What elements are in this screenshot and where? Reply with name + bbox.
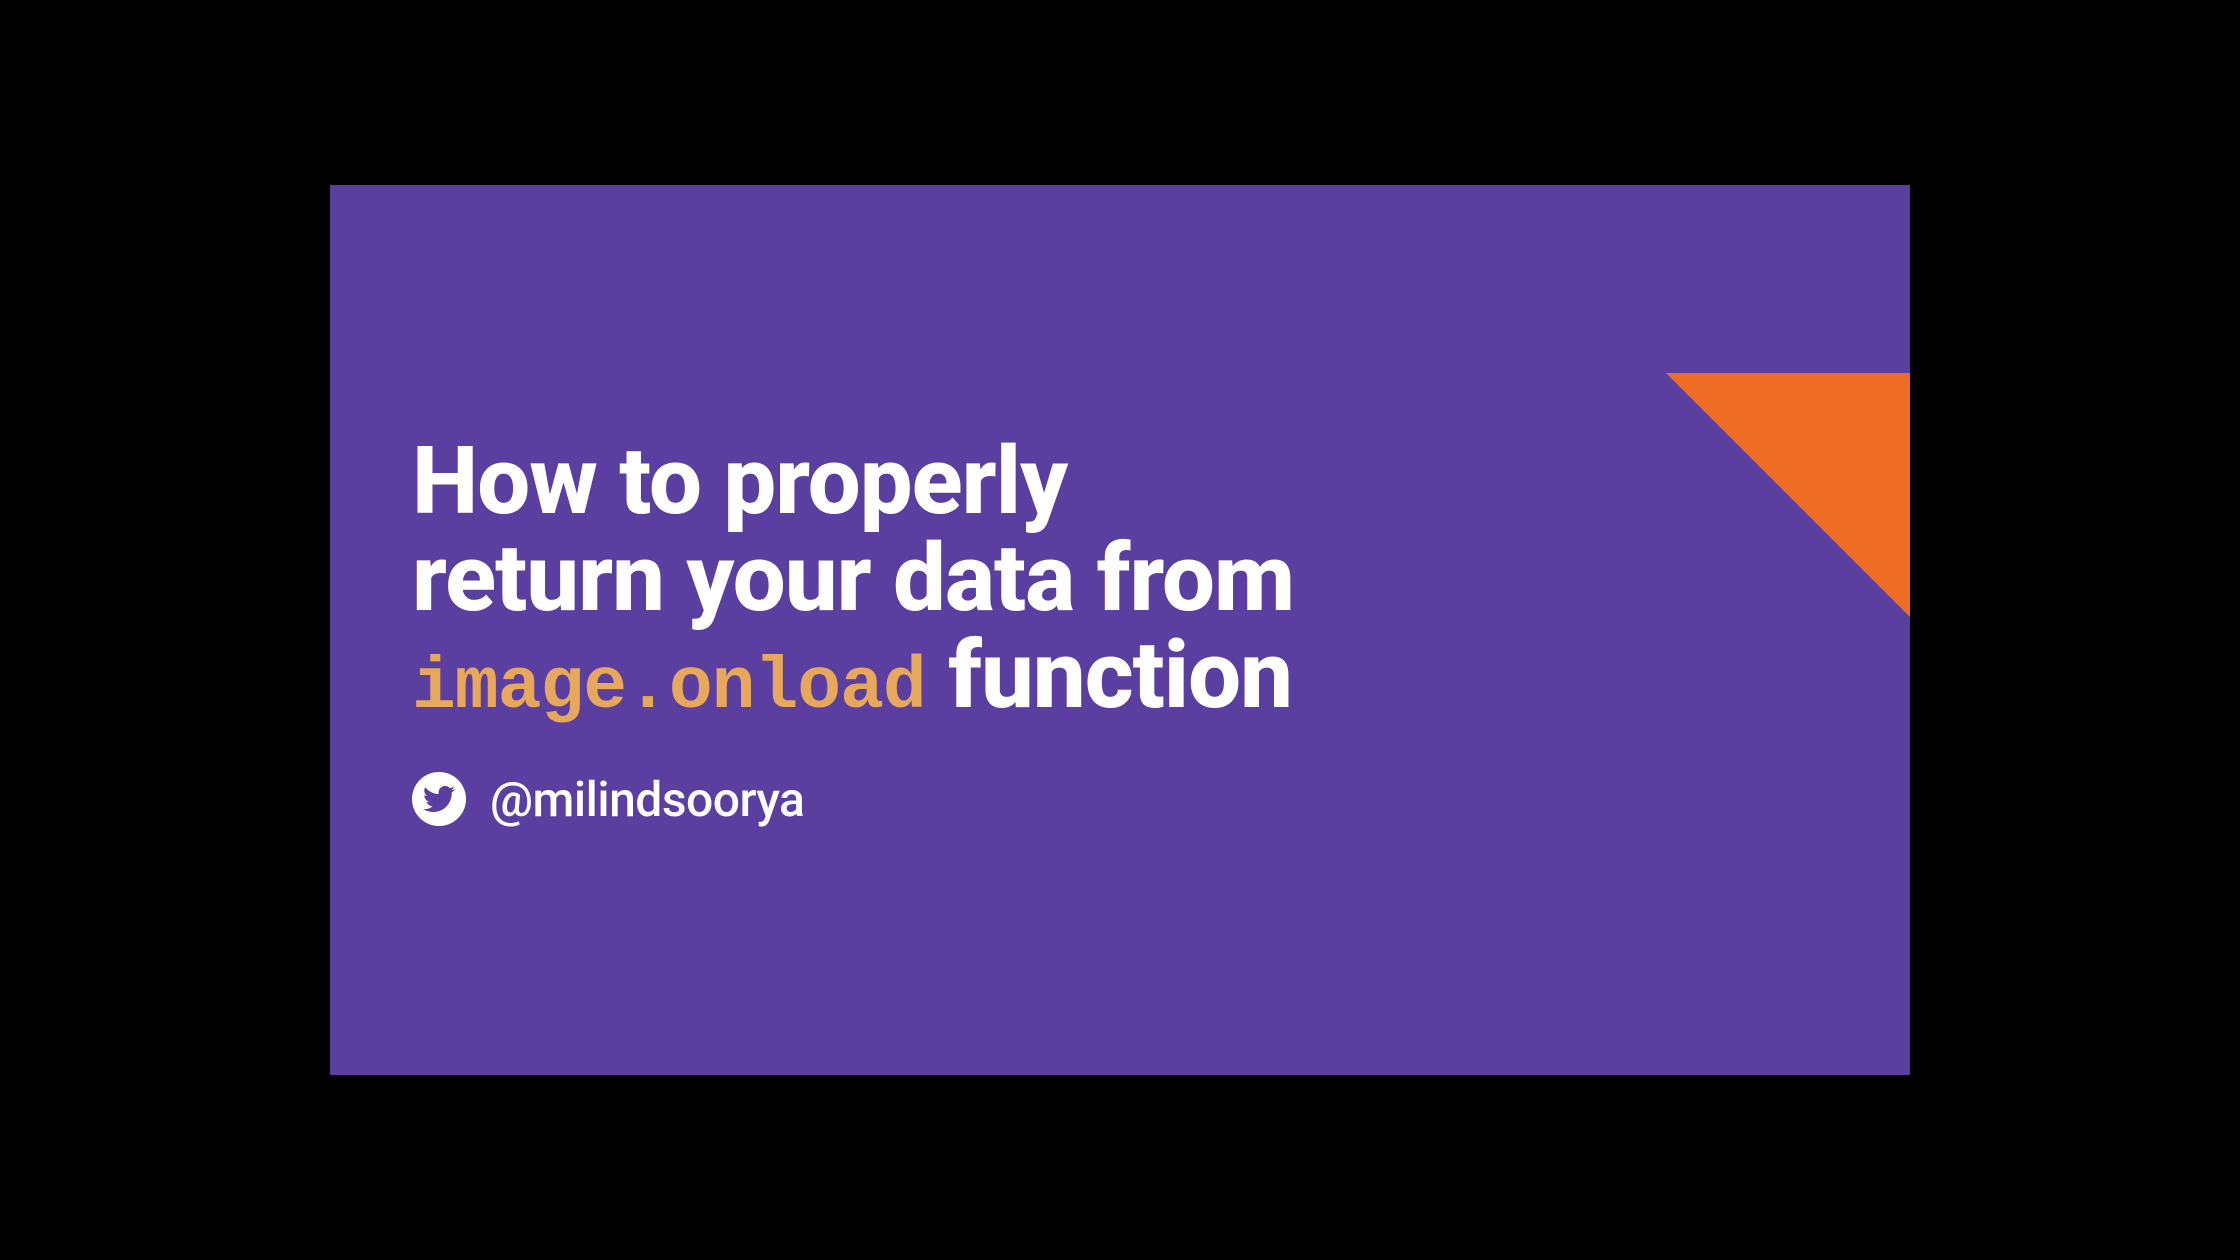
headline-line-3: function bbox=[926, 620, 1292, 730]
twitter-icon bbox=[412, 772, 466, 826]
twitter-handle: @milindsoorya bbox=[490, 771, 804, 828]
headline-code: image.onload bbox=[412, 646, 926, 729]
promo-card: How to properly return your data from im… bbox=[330, 185, 1910, 1075]
headline-line-2: return your data from bbox=[412, 523, 1294, 633]
headline: How to properly return your data from im… bbox=[412, 433, 1828, 725]
social-row: @milindsoorya bbox=[412, 771, 1828, 828]
content-block: How to properly return your data from im… bbox=[412, 433, 1828, 828]
headline-line-1: How to properly bbox=[412, 426, 1067, 536]
